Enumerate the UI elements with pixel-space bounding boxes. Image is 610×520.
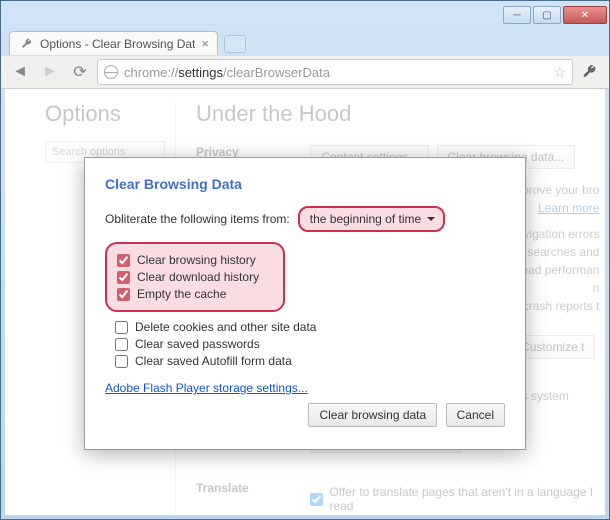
- wrench-icon: [582, 64, 598, 80]
- toolbar: ◄ ► ⟳ chrome://settings/clearBrowserData…: [1, 55, 609, 89]
- dialog-prompt-row: Obliterate the following items from: the…: [105, 206, 505, 232]
- wrench-icon: [20, 37, 34, 51]
- address-bar[interactable]: chrome://settings/clearBrowserData ☆: [97, 59, 573, 85]
- globe-icon: [104, 65, 118, 79]
- tab-strip: Options - Clear Browsing Dat ×: [1, 29, 609, 55]
- dialog-title: Clear Browsing Data: [105, 176, 505, 192]
- clear-browsing-data-dialog: Clear Browsing Data Obliterate the follo…: [84, 157, 526, 450]
- titlebar: ─ ▢ ✕: [1, 1, 609, 29]
- download-history-checkbox[interactable]: [117, 271, 130, 284]
- url-path: /clearBrowserData: [223, 65, 330, 80]
- new-tab-button[interactable]: [224, 35, 246, 53]
- forward-icon: ►: [42, 63, 58, 81]
- back-icon: ◄: [12, 63, 28, 81]
- forward-button[interactable]: ►: [37, 59, 63, 85]
- modal-overlay: Clear Browsing Data Obliterate the follo…: [5, 89, 605, 515]
- browsing-history-row[interactable]: Clear browsing history: [117, 253, 273, 267]
- time-range-value: the beginning of time: [310, 212, 421, 226]
- maximize-icon: ▢: [542, 10, 551, 21]
- back-button[interactable]: ◄: [7, 59, 33, 85]
- wrench-menu-button[interactable]: [577, 59, 603, 85]
- browser-window: ─ ▢ ✕ Options - Clear Browsing Dat × ◄ ►…: [0, 0, 610, 520]
- maximize-button[interactable]: ▢: [533, 6, 561, 24]
- url-host: settings: [178, 65, 223, 80]
- cookies-checkbox[interactable]: [115, 321, 128, 334]
- close-icon: ✕: [581, 10, 589, 21]
- minimize-button[interactable]: ─: [503, 6, 531, 24]
- close-button[interactable]: ✕: [563, 6, 607, 24]
- clear-data-confirm-button[interactable]: Clear browsing data: [308, 403, 437, 427]
- passwords-checkbox[interactable]: [115, 338, 128, 351]
- reload-button[interactable]: ⟳: [67, 59, 93, 85]
- tab-close-icon[interactable]: ×: [201, 36, 209, 51]
- url-scheme: chrome://: [124, 65, 178, 80]
- passwords-row[interactable]: Clear saved passwords: [115, 337, 505, 351]
- empty-cache-row[interactable]: Empty the cache: [117, 287, 273, 301]
- plain-checkbox-group: Delete cookies and other site data Clear…: [105, 320, 505, 368]
- browsing-history-checkbox[interactable]: [117, 254, 130, 267]
- tab-title: Options - Clear Browsing Dat: [40, 37, 195, 51]
- dialog-prompt: Obliterate the following items from:: [105, 212, 290, 226]
- dialog-actions: Clear browsing data Cancel: [304, 403, 505, 433]
- time-range-select[interactable]: the beginning of time: [298, 206, 445, 232]
- flash-settings-link[interactable]: Adobe Flash Player storage settings...: [105, 381, 308, 395]
- autofill-checkbox[interactable]: [115, 355, 128, 368]
- empty-cache-checkbox[interactable]: [117, 288, 130, 301]
- highlighted-checkbox-group: Clear browsing history Clear download hi…: [105, 242, 285, 312]
- reload-icon: ⟳: [73, 62, 86, 82]
- content-area: Options Under the Hood Privacy Content s…: [5, 89, 605, 515]
- minimize-icon: ─: [513, 10, 520, 21]
- download-history-row[interactable]: Clear download history: [117, 270, 273, 284]
- tab-options[interactable]: Options - Clear Browsing Dat ×: [9, 31, 218, 55]
- autofill-row[interactable]: Clear saved Autofill form data: [115, 354, 505, 368]
- cancel-button[interactable]: Cancel: [446, 403, 505, 427]
- cookies-row[interactable]: Delete cookies and other site data: [115, 320, 505, 334]
- bookmark-star-icon[interactable]: ☆: [553, 64, 566, 81]
